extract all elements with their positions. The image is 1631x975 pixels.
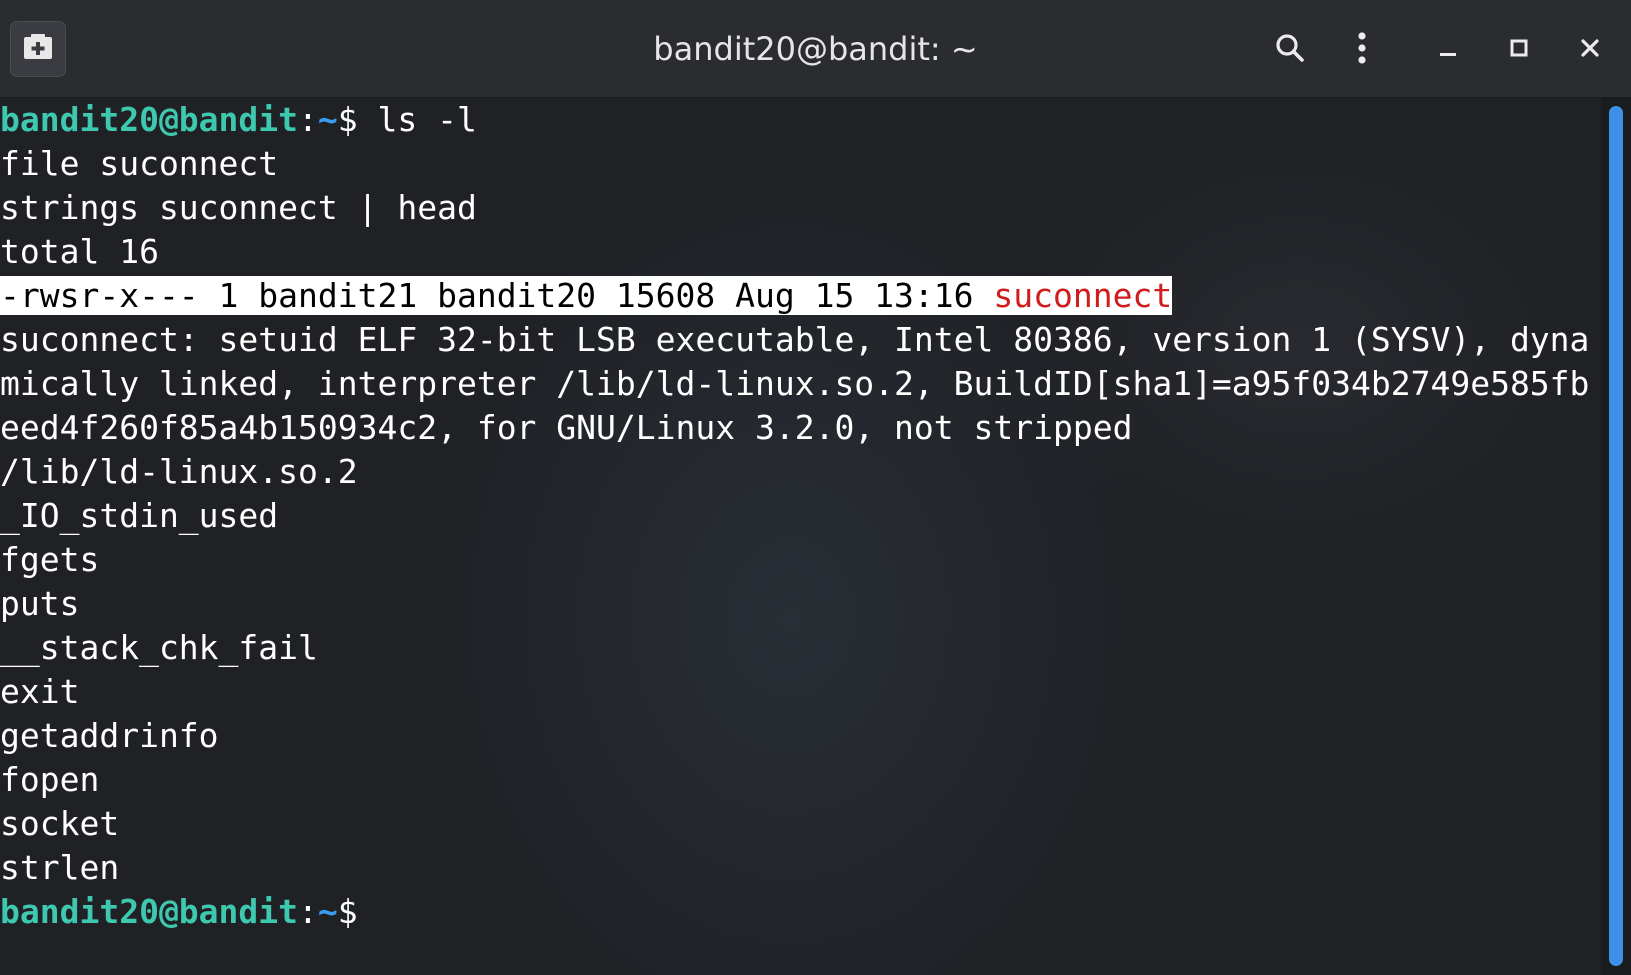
prompt-separator: : (298, 100, 318, 139)
output-line: strings suconnect | head (0, 188, 477, 227)
close-button[interactable] (1568, 28, 1612, 72)
output-line: __stack_chk_fail (0, 628, 318, 667)
output-line: suconnect: setuid ELF 32-bit LSB executa… (0, 320, 1590, 359)
prompt-user-host: bandit20@bandit (0, 892, 299, 931)
minimize-button[interactable] (1426, 28, 1470, 72)
prompt-line: bandit20@bandit:~$ (0, 890, 358, 934)
output-line: puts (0, 584, 80, 623)
new-tab-icon (23, 33, 53, 65)
command-text: ls -l (357, 100, 477, 139)
prompt-path: ~ (317, 892, 338, 931)
ls-listing-row: -rwsr-x--- 1 bandit21 bandit20 15608 Aug… (0, 274, 1173, 318)
title-bar: bandit20@bandit: ~ (0, 0, 1631, 98)
maximize-icon (1509, 38, 1529, 63)
window-title: bandit20@bandit: ~ (653, 30, 978, 68)
output-line: eed4f260f85a4b150934c2, for GNU/Linux 3.… (0, 408, 1133, 447)
output-line: fopen (0, 760, 100, 799)
prompt-sigil: $ (337, 100, 358, 139)
output-line: total 16 (0, 232, 159, 271)
maximize-button[interactable] (1497, 28, 1541, 72)
output-line: strlen (0, 848, 120, 887)
output-line: /lib/ld-linux.so.2 (0, 452, 358, 491)
prompt-line: bandit20@bandit:~$ ls -l (0, 98, 477, 142)
output-line: exit (0, 672, 80, 711)
prompt-separator: : (298, 892, 318, 931)
output-line: mically linked, interpreter /lib/ld-linu… (0, 364, 1590, 403)
output-line: getaddrinfo (0, 716, 219, 755)
close-icon (1579, 37, 1601, 64)
new-tab-button[interactable] (10, 21, 66, 77)
scrollbar-thumb[interactable] (1609, 106, 1623, 966)
terminal-window: bandit20@bandit: ~ bandit20@bandit:~$ ls… (0, 0, 1631, 975)
output-line: socket (0, 804, 120, 843)
output-line: fgets (0, 540, 100, 579)
terminal-output-area[interactable]: bandit20@bandit:~$ ls -l file suconnect … (0, 98, 1601, 975)
search-button[interactable] (1268, 28, 1312, 72)
output-line: _IO_stdin_used (0, 496, 279, 535)
menu-button[interactable] (1340, 28, 1384, 72)
ls-filename: suconnect (993, 276, 1173, 315)
vertical-scrollbar[interactable] (1601, 98, 1631, 975)
search-icon (1275, 33, 1305, 68)
vertical-dots-menu-icon (1357, 31, 1367, 70)
prompt-sigil: $ (337, 892, 358, 931)
prompt-user-host: bandit20@bandit (0, 100, 299, 139)
ls-file-metadata: -rwsr-x--- 1 bandit21 bandit20 15608 Aug… (0, 276, 994, 315)
output-line: file suconnect (0, 144, 279, 183)
prompt-path: ~ (317, 100, 338, 139)
minimize-icon (1438, 38, 1458, 63)
